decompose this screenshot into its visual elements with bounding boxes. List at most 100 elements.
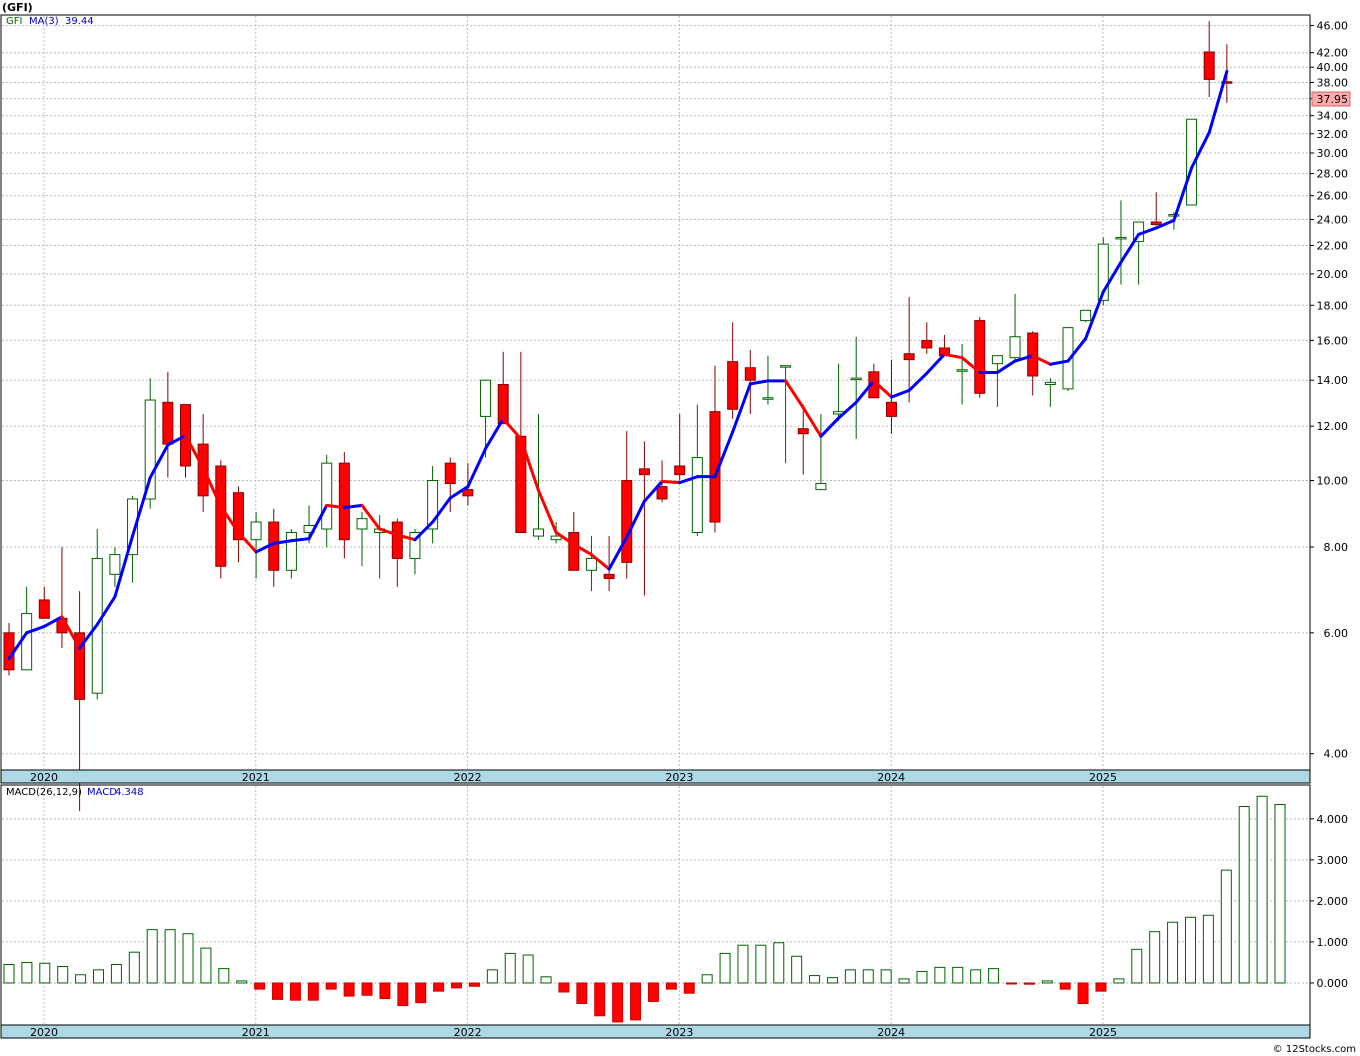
candle-body [285,532,297,571]
price-tick-label: 8.00 [1324,541,1349,554]
candle [1080,309,1092,323]
macd-bar [988,968,1000,984]
price-tick-label: 42.00 [1317,47,1349,60]
macd-bar [1167,921,1179,984]
macd-bar [952,966,964,984]
macd-bar [1059,982,1071,990]
year-label: 2024 [877,771,905,784]
macd-bar [576,982,588,1004]
footer-credit: © 12Stocks.com [1273,1044,1356,1055]
candle-body [356,518,368,530]
macd-bar [898,978,910,984]
price-tick-label: 40.00 [1317,61,1349,74]
macd-bar [809,975,821,984]
price-tick-label: 24.00 [1317,214,1349,227]
macd-bar [289,982,301,1001]
macd-bar [3,964,15,984]
price-tick-label: 26.00 [1317,190,1349,203]
candle-body [444,462,456,485]
macd-bar [791,955,803,984]
price-tick-label: 18.00 [1317,299,1349,312]
macd-bar [451,982,463,989]
macd-bar [146,929,158,984]
price-tick-label: 20.00 [1317,268,1349,281]
price-tick-label: 34.00 [1317,110,1349,123]
macd-bar [755,944,767,984]
candle-body [109,554,121,575]
macd-bar [1274,803,1286,984]
macd-bar [647,982,659,1002]
macd-bar [1077,982,1089,1004]
macd-bar [433,982,445,992]
candle-body [21,613,33,671]
macd-bar [665,982,677,990]
candle-body [1115,236,1127,240]
candle-body [1044,381,1056,386]
macd-bar [236,980,248,984]
macd-bar [272,982,284,1000]
price-tick-label: 16.00 [1317,334,1349,347]
macd-bar [1238,806,1250,984]
candle-body [1009,336,1021,359]
candle-body [321,462,333,530]
candle-body [38,599,50,619]
macd-bar [75,974,87,984]
macd-tick-label: 1.000 [1317,936,1349,949]
macd-bar [343,982,355,997]
macd-bar [254,982,266,990]
last-price-tag: 37.95 [1311,91,1351,107]
candle-body [638,468,650,476]
macd-legend-value: 4.348 [115,787,144,798]
candle-body [886,401,897,417]
candle-body [815,483,827,491]
macd-bar [128,951,140,984]
candle-body [956,369,968,372]
candle-body [1150,221,1162,226]
year-label: 2021 [242,771,270,784]
macd-bar [683,982,695,994]
macd-bar [468,982,480,987]
macd-bar [1023,982,1035,985]
macd-bar [1113,978,1125,984]
price-tick-label: 46.00 [1317,20,1349,33]
macd-tick-label: 4.000 [1317,813,1349,826]
macd-bar [182,933,194,984]
ma-segment [660,479,682,485]
candle-body [1203,51,1215,80]
macd-bar [1149,931,1161,984]
macd-bar [737,944,749,984]
macd-bar [57,966,69,984]
macd-bar [21,961,33,984]
price-tick-label: 12.00 [1317,420,1349,433]
macd-tick-label: 2.000 [1317,895,1349,908]
year-label: 2020 [30,1026,58,1039]
last-price-label: 37.95 [1317,93,1349,106]
macd-bar [594,982,606,1017]
candle-body [338,462,350,541]
candle-body [480,379,492,417]
candle-body [850,377,862,381]
macd-bar [361,982,373,996]
macd-bar [970,969,982,984]
price-tick-label: 4.00 [1324,748,1349,761]
candle-body [215,465,227,567]
candle-body [603,573,615,579]
macd-bar [379,982,391,1000]
price-tick-label: 14.00 [1317,374,1349,387]
legend-ma-value: 39.44 [65,16,94,27]
candle-body [991,355,1003,365]
candle [215,460,227,579]
macd-bar [844,969,856,984]
macd-bar [612,982,624,1023]
macd-bar [540,976,552,984]
price-tick-label: 6.00 [1324,627,1349,640]
candle-body [921,339,933,349]
candle-body [533,528,544,537]
candle-body [391,521,403,559]
macd-bar [93,969,105,984]
candle-body [727,361,739,410]
year-label: 2022 [454,1026,482,1039]
macd-bar [1184,916,1196,984]
candle-body [762,397,774,400]
price-tick-label: 10.00 [1317,475,1349,488]
